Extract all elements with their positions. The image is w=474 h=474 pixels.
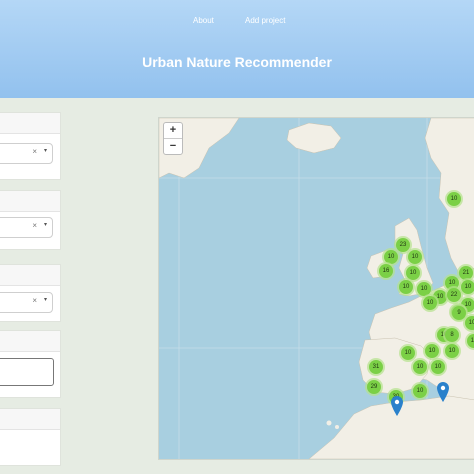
map-cluster[interactable]: 29 xyxy=(365,378,383,396)
filter-select-3[interactable]: × ▾ xyxy=(0,292,53,313)
map-cluster[interactable]: 10 xyxy=(397,278,415,296)
panel-header xyxy=(0,113,60,134)
zoom-control: + − xyxy=(163,122,183,155)
zoom-in-button[interactable]: + xyxy=(164,123,182,139)
map-cluster[interactable]: 10 xyxy=(411,382,429,400)
map-cluster[interactable]: 8 xyxy=(443,326,461,344)
footer-strip xyxy=(0,466,474,474)
chevron-down-icon[interactable]: ▾ xyxy=(44,147,47,154)
location-marker-icon[interactable] xyxy=(437,382,449,402)
location-marker-icon[interactable] xyxy=(391,396,403,416)
header-bar: About Add project Urban Nature Recommend… xyxy=(0,0,474,98)
map-cluster[interactable]: 16 xyxy=(377,262,395,280)
panel-header xyxy=(0,191,60,212)
filter-panel-3: × ▾ xyxy=(0,264,61,322)
chevron-down-icon[interactable]: ▾ xyxy=(44,221,47,228)
text-panel xyxy=(0,330,61,398)
page-title: Urban Nature Recommender xyxy=(142,54,332,70)
clear-icon[interactable]: × xyxy=(32,147,37,156)
map-cluster[interactable]: 10 xyxy=(445,190,463,208)
zoom-out-button[interactable]: − xyxy=(164,139,182,154)
map-cluster[interactable]: 10 xyxy=(429,358,447,376)
nav-about-link[interactable]: About xyxy=(193,16,214,25)
text-input-area[interactable] xyxy=(0,358,54,386)
filter-panel-1: × ▾ xyxy=(0,112,61,180)
panel-header xyxy=(0,265,60,286)
nav-add-project-link[interactable]: Add project xyxy=(245,16,285,25)
map-cluster[interactable]: 10 xyxy=(411,358,429,376)
panel-header xyxy=(0,409,60,430)
clear-icon[interactable]: × xyxy=(32,296,37,305)
map-cluster[interactable]: 31 xyxy=(367,358,385,376)
filter-panel-5 xyxy=(0,408,61,466)
filter-select-2[interactable]: × ▾ xyxy=(0,217,53,238)
map-cluster[interactable]: 10 xyxy=(421,294,439,312)
clear-icon[interactable]: × xyxy=(32,221,37,230)
map-cluster[interactable]: 9 xyxy=(450,304,468,322)
filter-panel-2: × ▾ xyxy=(0,190,61,250)
panel-header xyxy=(0,331,60,352)
map-cluster[interactable]: 10 xyxy=(443,342,461,360)
map-view[interactable]: + − 10 23 10 16 10 10 10 10 10 10 21 10 … xyxy=(158,117,474,460)
chevron-down-icon[interactable]: ▾ xyxy=(44,296,47,303)
filter-select-1[interactable]: × ▾ xyxy=(0,143,53,164)
